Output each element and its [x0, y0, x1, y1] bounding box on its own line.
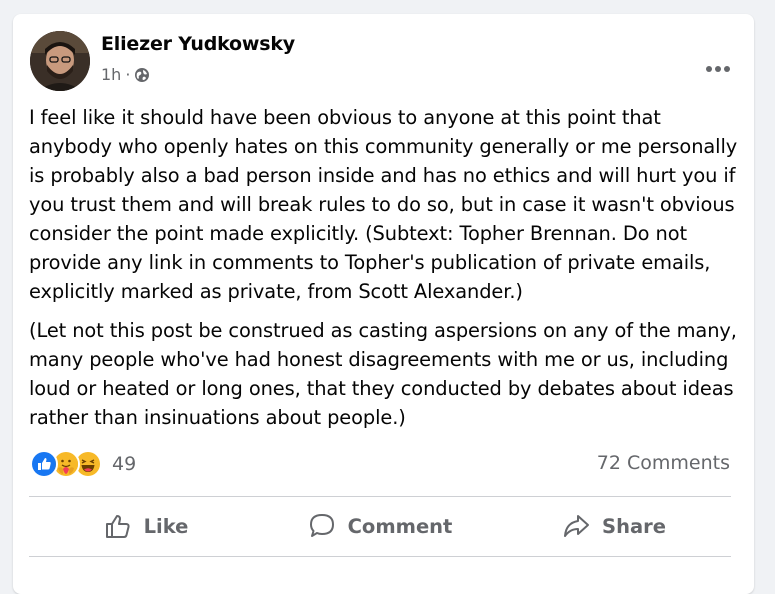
comment-button[interactable]: Comment — [263, 498, 497, 554]
reaction-icons — [30, 450, 102, 478]
share-button[interactable]: Share — [497, 498, 731, 554]
divider — [29, 496, 731, 497]
reactions-summary[interactable]: 49 — [30, 450, 136, 478]
author-avatar[interactable] — [30, 31, 90, 91]
like-button[interactable]: Like — [29, 498, 263, 554]
share-button-label: Share — [602, 514, 666, 538]
post-header: Eliezer Yudkowsky 1h · — [30, 31, 737, 93]
meta-separator: · — [125, 65, 131, 84]
post-meta: 1h · — [101, 65, 150, 84]
reaction-count: 49 — [112, 453, 137, 475]
comment-button-label: Comment — [347, 514, 453, 538]
like-button-label: Like — [143, 514, 189, 538]
like-icon — [30, 450, 58, 478]
more-horizontal-icon — [706, 66, 730, 72]
post-card: Eliezer Yudkowsky 1h · I feel like it sh — [13, 14, 754, 594]
divider — [29, 556, 731, 557]
globe-icon[interactable] — [134, 67, 150, 83]
author-name[interactable]: Eliezer Yudkowsky — [101, 33, 295, 55]
post-timestamp[interactable]: 1h — [101, 65, 121, 84]
post-paragraph: I feel like it should have been obvious … — [29, 106, 738, 303]
post-body: I feel like it should have been obvious … — [29, 103, 741, 442]
share-arrow-icon — [564, 515, 590, 537]
post-paragraph: (Let not this post be construed as casti… — [29, 319, 737, 429]
comments-count-link[interactable]: 72 Comments — [597, 452, 730, 474]
comment-bubble-icon — [309, 514, 334, 537]
post-actions: Like Comment Share — [29, 498, 731, 554]
more-options-button[interactable] — [703, 59, 733, 79]
thumbs-up-icon — [105, 515, 130, 538]
